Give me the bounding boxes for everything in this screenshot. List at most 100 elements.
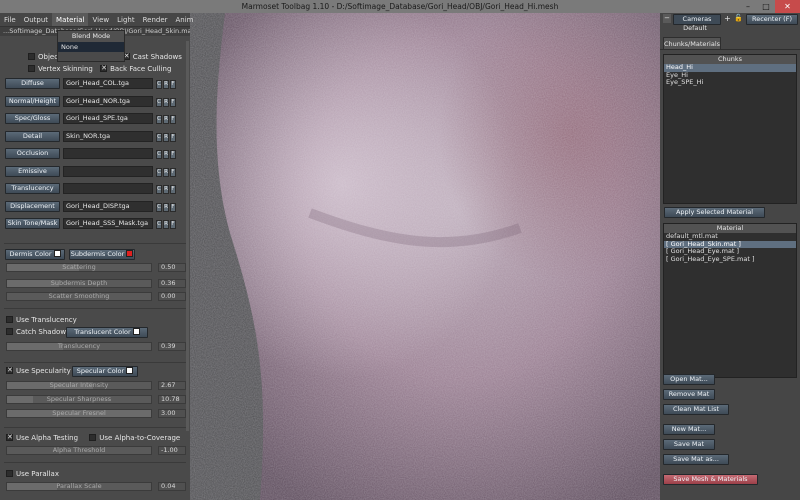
back-face-culling-checkbox[interactable] — [100, 64, 108, 72]
map-flip-button[interactable]: F — [170, 185, 176, 194]
menu-anim[interactable]: Anim — [172, 13, 198, 26]
translucent-color-button[interactable]: Translucent Color — [66, 327, 148, 338]
map-reload-button[interactable]: R — [163, 97, 169, 107]
map-slot-button[interactable]: Spec/Gloss — [5, 113, 60, 124]
alpha-threshold-slider[interactable]: Alpha Threshold — [6, 446, 152, 455]
open-mat-button[interactable]: Open Mat... — [663, 374, 715, 385]
alpha-threshold-value[interactable]: -1.00 — [158, 446, 186, 455]
map-flip-button[interactable]: F — [170, 150, 176, 159]
menu-render[interactable]: Render — [139, 13, 172, 26]
use-alpha-to-coverage-checkbox[interactable] — [89, 434, 97, 441]
map-file-field[interactable]: Gori_Head_NOR.tga — [63, 95, 153, 107]
map-slot-button[interactable]: Emissive — [5, 165, 60, 177]
map-file-field[interactable]: Gori_Head_SSS_Mask.tga — [63, 218, 153, 229]
clean-mat-list-button[interactable]: Clean Mat List — [663, 404, 729, 415]
map-clear-button[interactable]: C — [156, 97, 162, 107]
object-space-normals-checkbox[interactable] — [28, 53, 35, 60]
subdermis-color-button[interactable]: Subdermis Color — [69, 249, 135, 260]
add-camera-icon[interactable]: + — [723, 14, 732, 23]
3d-viewport[interactable] — [190, 13, 660, 500]
menu-file[interactable]: File — [0, 13, 20, 26]
map-file-field[interactable] — [63, 165, 153, 177]
map-slot-button[interactable]: Translucency — [5, 183, 60, 194]
map-slot-button[interactable]: Skin Tone/Mask — [5, 218, 60, 229]
map-slot-button[interactable]: Diffuse — [5, 78, 60, 89]
material-item[interactable]: [ Gori_Head_Eye_SPE.mat ] — [664, 255, 796, 264]
map-file-field[interactable]: Gori_Head_DISP.tga — [63, 200, 153, 212]
menu-light[interactable]: Light — [113, 13, 138, 26]
save-mat-as-button[interactable]: Save Mat as... — [663, 454, 729, 465]
map-file-field[interactable] — [63, 183, 153, 194]
map-reload-button[interactable]: R — [163, 167, 169, 177]
specular-color-button[interactable]: Specular Color — [72, 366, 138, 377]
map-flip-button[interactable]: F — [170, 202, 176, 212]
use-parallax-checkbox[interactable] — [6, 470, 13, 477]
map-reload-button[interactable]: R — [163, 185, 169, 194]
chunks-list[interactable]: Chunks Head_Hi Eye_Hi Eye_SPE_Hi — [663, 54, 797, 204]
map-slot-button[interactable]: Displacement — [5, 200, 60, 212]
translucency-slider[interactable]: Translucency — [6, 342, 152, 351]
specular-fresnel-slider[interactable]: Specular Fresnel — [6, 409, 152, 418]
use-specularity-checkbox[interactable] — [6, 366, 13, 374]
menu-output[interactable]: Output — [20, 13, 52, 26]
maximize-button[interactable]: □ — [757, 0, 775, 13]
map-clear-button[interactable]: C — [156, 132, 162, 142]
specular-intensity-value[interactable]: 2.67 — [158, 381, 186, 390]
specular-fresnel-value[interactable]: 3.00 — [158, 409, 186, 418]
map-file-field[interactable]: Skin_NOR.tga — [63, 130, 153, 142]
save-mat-button[interactable]: Save Mat — [663, 439, 715, 450]
recenter-button[interactable]: Recenter (F) — [746, 14, 798, 25]
map-reload-button[interactable]: R — [163, 115, 169, 124]
map-file-field[interactable]: Gori_Head_COL.tga — [63, 78, 153, 89]
map-flip-button[interactable]: F — [170, 167, 176, 177]
scattering-value[interactable]: 0.50 — [158, 263, 186, 272]
map-clear-button[interactable]: C — [156, 185, 162, 194]
collapse-icon[interactable]: − — [663, 14, 671, 23]
tab-chunks-materials[interactable]: Chunks/Materials — [663, 37, 721, 49]
chunk-item[interactable]: Eye_SPE_Hi — [664, 78, 796, 87]
map-slot-button[interactable]: Occlusion — [5, 148, 60, 159]
dermis-color-button[interactable]: Dermis Color — [5, 249, 65, 260]
map-file-field[interactable] — [63, 148, 153, 159]
save-mesh-materials-button[interactable]: Save Mesh & Materials — [663, 474, 758, 485]
map-clear-button[interactable]: C — [156, 220, 162, 229]
minimize-button[interactable]: – — [739, 0, 757, 13]
vertex-skinning-checkbox[interactable] — [28, 65, 35, 72]
map-file-field[interactable]: Gori_Head_SPE.tga — [63, 113, 153, 124]
map-reload-button[interactable]: R — [163, 202, 169, 212]
scatter-smoothing-value[interactable]: 0.00 — [158, 292, 186, 301]
specular-sharpness-slider[interactable]: Specular Sharpness — [6, 395, 152, 404]
map-clear-button[interactable]: C — [156, 115, 162, 124]
subdermis-depth-slider[interactable]: Subdermis Depth — [6, 279, 152, 288]
panel-scrollbar[interactable] — [186, 41, 189, 431]
map-clear-button[interactable]: C — [156, 80, 162, 89]
map-flip-button[interactable]: F — [170, 115, 176, 124]
map-reload-button[interactable]: R — [163, 150, 169, 159]
material-list[interactable]: Material default_mtl.mat [ Gori_Head_Ski… — [663, 223, 797, 378]
remove-mat-button[interactable]: Remove Mat — [663, 389, 715, 400]
map-slot-button[interactable]: Normal/Height — [5, 95, 60, 107]
map-reload-button[interactable]: R — [163, 220, 169, 229]
map-reload-button[interactable]: R — [163, 132, 169, 142]
map-clear-button[interactable]: C — [156, 167, 162, 177]
menu-view[interactable]: View — [88, 13, 113, 26]
blend-mode-dropdown[interactable]: Blend Mode None — [57, 30, 125, 62]
blend-mode-option[interactable]: None — [58, 42, 124, 52]
map-slot-button[interactable]: Detail — [5, 130, 60, 142]
parallax-scale-value[interactable]: 0.04 — [158, 482, 186, 491]
map-clear-button[interactable]: C — [156, 150, 162, 159]
specular-sharpness-value[interactable]: 10.78 — [158, 395, 186, 404]
translucency-value[interactable]: 0.39 — [158, 342, 186, 351]
subdermis-depth-value[interactable]: 0.36 — [158, 279, 186, 288]
map-reload-button[interactable]: R — [163, 80, 169, 89]
menu-material[interactable]: Material — [52, 13, 89, 26]
new-mat-button[interactable]: New Mat... — [663, 424, 715, 435]
catch-shadows-checkbox[interactable] — [6, 328, 13, 335]
use-alpha-testing-checkbox[interactable] — [6, 433, 13, 441]
map-flip-button[interactable]: F — [170, 220, 176, 229]
map-clear-button[interactable]: C — [156, 202, 162, 212]
specular-intensity-slider[interactable]: Specular Intensity — [6, 381, 152, 390]
map-flip-button[interactable]: F — [170, 80, 176, 89]
parallax-scale-slider[interactable]: Parallax Scale — [6, 482, 152, 491]
close-button[interactable]: ✕ — [775, 0, 800, 13]
